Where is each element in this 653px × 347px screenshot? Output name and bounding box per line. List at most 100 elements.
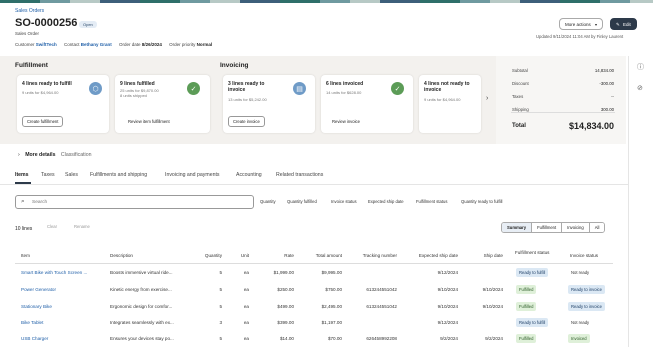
invoice-status-badge: Ready to invoice [568,285,605,294]
segment-fulfillment[interactable]: Fulfillment [532,223,563,232]
segment-invoicing[interactable]: Invoicing [562,223,590,232]
check-icon: ✓ [391,82,404,95]
cell-rate: $499.00 [277,304,294,309]
filter-chip-quantity[interactable]: Quantity [260,199,276,204]
table-row[interactable]: Smart Bike with Touch Screen ... Boosts … [0,264,628,281]
filter-chip-fulfillment-status[interactable]: Fulfillment status [416,199,447,204]
item-link[interactable]: Smart Bike with Touch Screen ... [21,270,87,275]
cell-tracking: 626458992208 [366,336,397,341]
fulfilled-card: 9 lines fulfilled 25 units for $9,870.00… [115,75,210,133]
filter-chip-invoice-status[interactable]: Invoice status [331,199,357,204]
filter-chip-qty-ready-to-fulfill[interactable]: Quantity ready to fulfill [461,199,502,204]
tab-related-transactions[interactable]: Related transactions [276,172,323,178]
card-subtitle: 14 units for $628.00 [326,90,362,95]
cell-unit: ea [243,320,249,325]
invoice-status-badge: Not ready [571,270,590,275]
segment-summary[interactable]: Summary [502,223,533,232]
col-item[interactable]: Item [21,253,30,258]
cell-total: $70.00 [327,336,342,341]
clear-button[interactable]: Clear [47,224,57,229]
fulfillment-status-badge: Ready to fulfill [516,318,549,327]
item-link[interactable]: USB Charger [21,336,48,341]
subtotal-value: 14,834.00 [594,68,614,73]
more-details-toggle[interactable]: › More details Classification [18,152,91,158]
item-link[interactable]: Bike Tablet [21,320,43,325]
tab-invoicing-payments[interactable]: Invoicing and payments [165,172,220,178]
segment-all[interactable]: All [589,223,605,232]
total-row: Total $14,834.00 [512,121,614,131]
not-ready-to-invoice-card: 4 lines not ready to invoice 9 units for… [419,75,481,133]
col-unit[interactable]: Unit [230,253,249,258]
table-row[interactable]: Power Generator Kinetic energy from exer… [0,281,628,298]
col-tracking[interactable]: Tracking number [350,253,397,258]
tab-fulfillments-shipping[interactable]: Fulfillments and shipping [90,172,147,178]
order-summary: Subtotal 14,834.00 Discount -300.00 Taxe… [496,56,626,144]
total-label: Total [512,123,526,129]
check-icon: ✓ [187,82,200,95]
subtotal-row: Subtotal 14,834.00 [512,68,614,73]
cell-description: Ensures your devices stay po... [110,336,174,341]
order-date-label: Order date [119,42,141,47]
col-description[interactable]: Description [110,253,133,258]
fulfillment-status-badge: Ready to fulfill [516,268,549,277]
taxes-label: Taxes [512,94,524,99]
cell-expected: 9/10/2024 [437,304,458,309]
right-rail-divider [628,56,629,347]
cell-description: Boosts immersive virtual ride... [110,270,173,275]
cell-tracking: 613244551042 [366,304,397,309]
create-invoice-button[interactable]: Create invoice [228,116,265,127]
fulfillment-status-badge: Fulfilled [516,285,537,294]
table-row[interactable]: Bike Tablet Integrates seamlessly with e… [0,314,628,331]
col-rate[interactable]: Rate [260,253,294,258]
cell-quantity: 5 [219,287,222,292]
tab-taxes[interactable]: Taxes [41,172,55,178]
tab-items[interactable]: Items [15,172,29,178]
col-quantity[interactable]: Quantity [190,253,222,258]
cell-expected: 9/12/2024 [437,320,458,325]
col-fulfillment[interactable]: Fulfillment status [515,250,550,255]
tab-accounting[interactable]: Accounting [236,172,262,178]
fulfillment-heading: Fulfillment [15,62,48,69]
col-expected[interactable]: Expected ship date [405,253,458,258]
order-meta: Customer SwiftTech Contact Bethany Grant… [15,42,212,47]
subtotal-label: Subtotal [512,68,528,73]
priority-label: Order priority [169,42,196,47]
review-invoice-link[interactable]: Review invoice [332,119,360,124]
filter-chip-expected-ship-date[interactable]: Expected ship date [368,199,404,204]
cell-quantity: 3 [219,320,222,325]
filter-chip-quantity-fulfilled[interactable]: Quantity fulfilled [287,199,317,204]
view-segmented-control: Summary Fulfillment Invoicing All [501,222,606,233]
more-actions-button[interactable]: More actions ▾ [559,18,604,30]
review-fulfillment-link[interactable]: Review item fulfillment [128,119,170,124]
cell-quantity: 5 [219,304,222,309]
cell-expected: 9/12/2024 [437,270,458,275]
card-title: 4 lines not ready to invoice [424,81,470,93]
chevron-right-icon: › [18,152,20,158]
breadcrumb[interactable]: Sales Orders [15,8,44,14]
info-icon[interactable]: ⓘ [637,62,644,72]
customer-link[interactable]: SwiftTech [36,42,57,47]
ready-to-invoice-card: 3 lines ready to invoice 13 units for $5… [223,75,315,133]
invoicing-heading: Invoicing [220,62,249,69]
col-invoice[interactable]: Invoice status [570,253,598,258]
item-link[interactable]: Power Generator [21,287,56,292]
col-ship[interactable]: Ship date [470,253,503,258]
taxes-row: Taxes -- [512,94,614,99]
search-input[interactable]: ⌕ Search [15,195,254,209]
link-icon[interactable]: ⊘ [637,84,643,92]
tab-sales[interactable]: Sales [65,172,78,178]
create-fulfillment-button[interactable]: Create fulfillment [22,116,64,127]
cell-expected: 9/2/2024 [440,336,458,341]
contact-link[interactable]: Bethany Grant [81,42,112,47]
cell-rate: $399.00 [277,320,294,325]
table-row[interactable]: USB Charger Ensures your devices stay po… [0,330,628,347]
chevron-right-icon[interactable]: › [486,95,488,102]
summary-divider [511,112,615,113]
item-link[interactable]: Stationary Bike [21,304,52,309]
edit-button[interactable]: ✎ Edit [610,18,637,30]
table-row[interactable]: Stationary Bike Ergonomic design for com… [0,298,628,315]
rename-button[interactable]: Rename [74,224,90,229]
search-icon: ⌕ [21,198,25,205]
col-total[interactable]: Total amount [300,253,342,258]
page-title: SO-0000256 [15,17,78,29]
